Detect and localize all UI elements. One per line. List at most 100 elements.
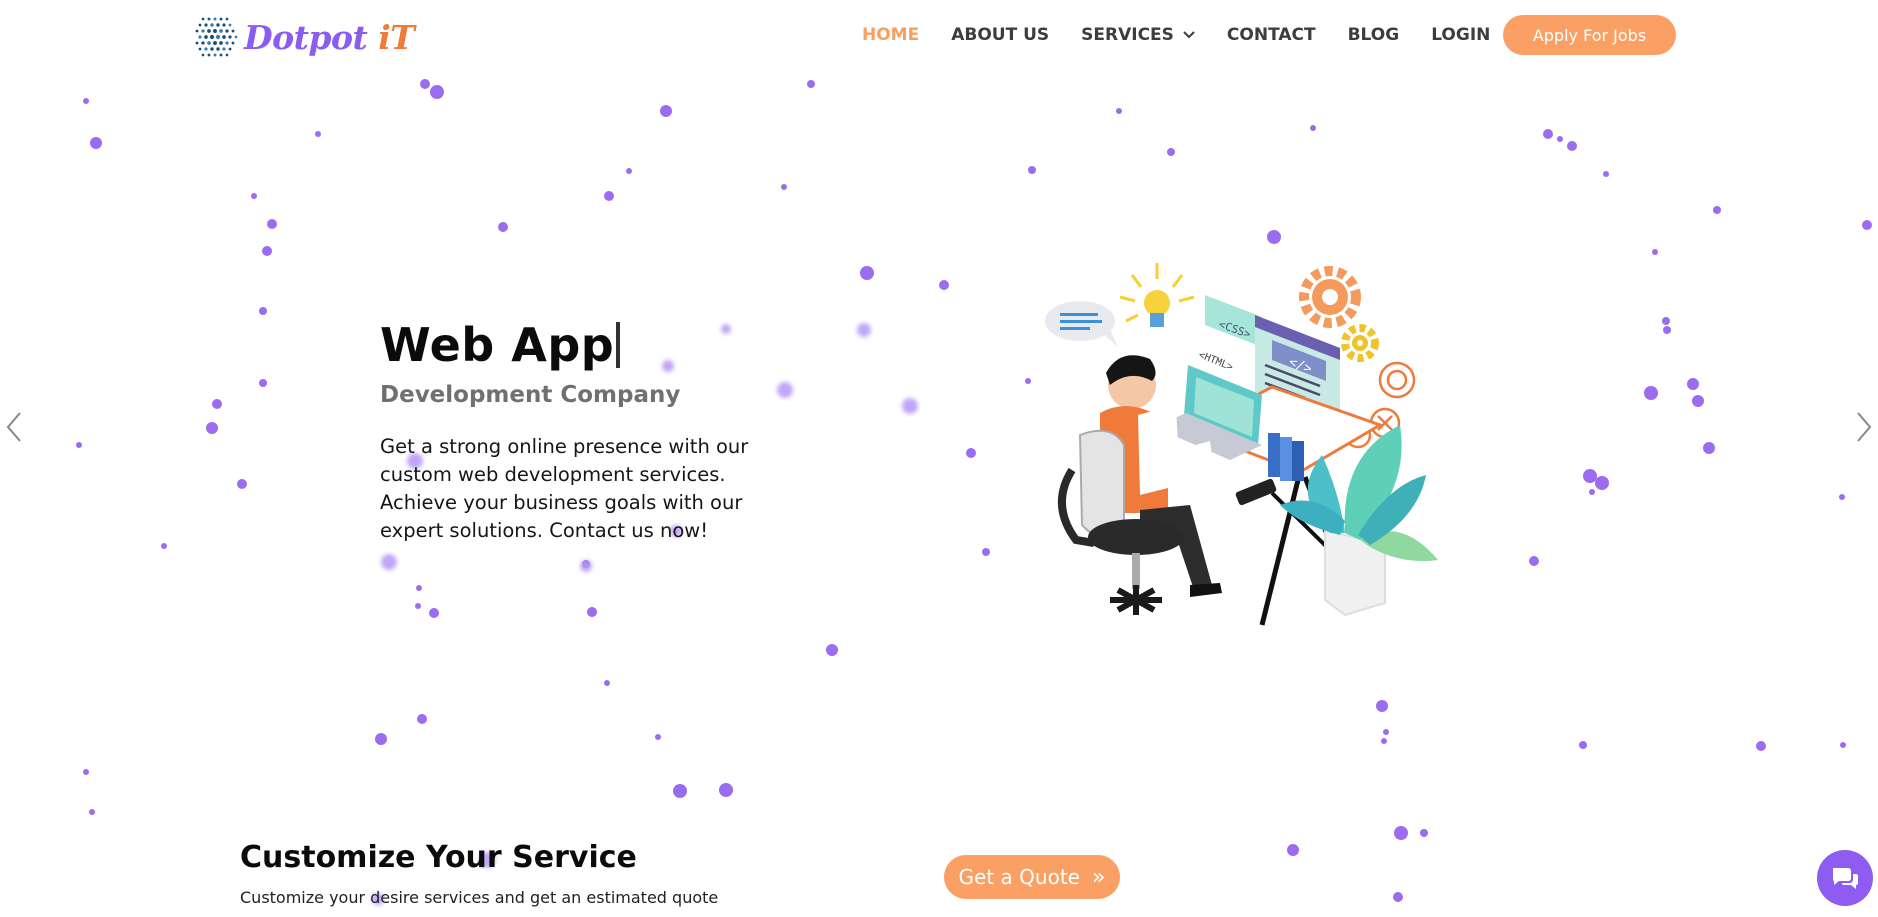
particle-dot	[660, 105, 672, 117]
nav-home-label: HOME	[862, 25, 920, 45]
particle-dot	[1567, 141, 1577, 151]
nav-services-label: SERVICES	[1081, 25, 1174, 45]
particle-dot	[966, 448, 976, 458]
particle-dot	[420, 79, 430, 89]
particle-dot	[902, 398, 918, 414]
particle-dot	[1394, 826, 1408, 840]
particle-dot	[381, 554, 397, 570]
nav-services[interactable]: SERVICES	[1081, 25, 1195, 45]
brand-name-part1: Dotpot	[244, 17, 379, 57]
particle-dot	[1603, 171, 1609, 177]
chevron-left-icon[interactable]	[4, 410, 24, 444]
particle-dot	[212, 399, 222, 409]
particle-dot	[267, 219, 277, 229]
hero-title: Web App	[380, 318, 621, 372]
particle-dot	[1840, 742, 1846, 748]
html-tag: <HTML>	[1197, 350, 1235, 374]
nav-home[interactable]: HOME	[862, 25, 919, 45]
particle-dot	[1287, 844, 1299, 856]
particle-dot	[604, 191, 614, 201]
nav-blog[interactable]: BLOG	[1348, 25, 1400, 45]
chat-bubbles-icon	[1833, 868, 1858, 889]
nav-login-label: LOGIN	[1431, 25, 1491, 45]
hero-subtitle: Development Company	[380, 382, 681, 408]
chat-widget-button[interactable]	[1817, 850, 1873, 906]
customize-subtitle: Customize your desire services and get a…	[240, 888, 719, 907]
particle-dot	[416, 585, 422, 591]
particle-dot	[1381, 738, 1387, 744]
particle-dot	[1756, 741, 1766, 751]
particle-dot	[259, 379, 267, 387]
particle-dot	[1028, 166, 1036, 174]
particle-dot	[237, 479, 247, 489]
particle-dot	[721, 324, 731, 334]
particle-dot	[83, 98, 89, 104]
phone	[1235, 478, 1277, 506]
css-panel: <CSS>	[1205, 295, 1262, 347]
typing-caret	[616, 322, 621, 368]
particle-dot	[1663, 326, 1671, 334]
get-a-quote-button[interactable]: Get a Quote »	[944, 855, 1120, 899]
particle-dot	[1116, 108, 1122, 114]
nav-about-us[interactable]: ABOUT US	[951, 25, 1049, 45]
hero-description: Get a strong online presence with our cu…	[380, 435, 749, 542]
apply-for-jobs-button[interactable]: Apply For Jobs	[1503, 15, 1676, 55]
page: Dotpot iT HOME ABOUT US SERVICES CONTACT…	[0, 0, 1878, 917]
customize-title: Customize Your Service	[240, 840, 637, 875]
chevron-right-icon[interactable]	[1854, 410, 1874, 444]
particle-dot	[315, 131, 321, 137]
chevron-down-icon	[1183, 31, 1195, 39]
particle-dot	[1025, 378, 1031, 384]
particle-dot	[417, 714, 427, 724]
nav-blog-label: BLOG	[1347, 25, 1400, 45]
particle-dot	[662, 360, 674, 372]
message-bubble-icon	[1045, 301, 1118, 347]
particle-dot	[1393, 892, 1403, 902]
particle-dot	[580, 560, 592, 572]
particle-dot	[939, 280, 949, 290]
particle-dot	[1652, 249, 1658, 255]
particle-dot	[1267, 230, 1281, 244]
particle-dot	[76, 442, 82, 448]
globe-dots-icon	[195, 17, 238, 57]
particle-dot	[1662, 317, 1670, 325]
particle-dot	[655, 734, 661, 740]
particle-dot	[83, 769, 89, 775]
lightbulb-icon	[1119, 263, 1195, 327]
particle-dot	[1543, 129, 1553, 139]
particle-dot	[626, 168, 632, 174]
site-header: Dotpot iT HOME ABOUT US SERVICES CONTACT…	[0, 0, 1878, 70]
particle-dot	[1589, 489, 1595, 495]
particle-dot	[807, 80, 815, 88]
particle-dot	[161, 543, 167, 549]
particle-dot	[1703, 442, 1715, 454]
particle-dot	[604, 680, 610, 686]
particle-dot	[1687, 378, 1699, 390]
nav-contact[interactable]: CONTACT	[1227, 25, 1316, 45]
particle-dot	[857, 323, 871, 337]
brand-logo[interactable]: Dotpot iT	[190, 11, 415, 63]
particle-dot	[1839, 494, 1845, 500]
particle-dot	[262, 246, 272, 256]
particle-dot	[719, 783, 733, 797]
brand-name-part2: iT	[378, 17, 415, 57]
particle-dot	[498, 222, 508, 232]
particle-dot	[860, 266, 874, 280]
particle-dot	[1713, 206, 1721, 214]
particle-dot	[777, 382, 793, 398]
nav-login[interactable]: LOGIN	[1431, 25, 1490, 45]
particle-dot	[1862, 220, 1872, 230]
get-a-quote-label: Get a Quote	[958, 865, 1080, 889]
particle-dot	[1692, 395, 1704, 407]
double-chevron-right-icon: »	[1091, 864, 1106, 890]
particle-dot	[826, 644, 838, 656]
particle-dot	[375, 733, 387, 745]
developer-illustration: <CSS> </> <HTML>	[1045, 263, 1438, 626]
particle-dot	[1529, 556, 1539, 566]
particle-dot	[429, 608, 439, 618]
nav-contact-label: CONTACT	[1226, 25, 1316, 45]
main-nav: HOME ABOUT US SERVICES CONTACT BLOG LOGI…	[862, 17, 1522, 53]
particle-dot	[1644, 386, 1658, 400]
particle-dot	[1167, 148, 1175, 156]
particle-dot	[89, 809, 95, 815]
